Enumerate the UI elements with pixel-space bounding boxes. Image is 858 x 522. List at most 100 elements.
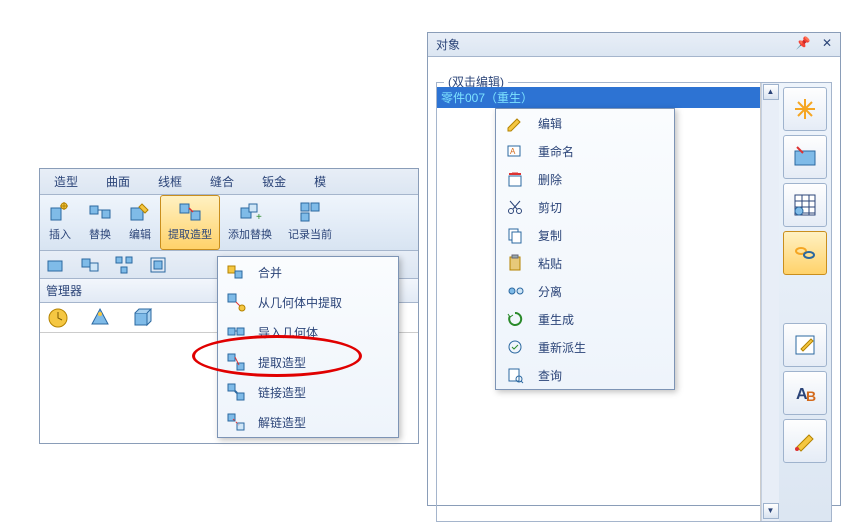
menu-merge[interactable]: 合并 bbox=[218, 257, 398, 287]
ctx-query-label: 查询 bbox=[538, 367, 562, 384]
side-toolbar: AB bbox=[779, 83, 831, 521]
ctx-cut[interactable]: 剪切 bbox=[496, 193, 674, 221]
svg-text:B: B bbox=[806, 388, 816, 404]
ctx-rename-label: 重命名 bbox=[538, 143, 574, 160]
menu-link-shape-label: 链接造型 bbox=[258, 384, 306, 401]
ctx-query[interactable]: 查询 bbox=[496, 361, 674, 389]
extract-shape-icon bbox=[178, 200, 202, 224]
close-icon[interactable]: ✕ bbox=[822, 36, 832, 50]
side-config-button[interactable] bbox=[783, 135, 827, 179]
link-shape-icon bbox=[226, 382, 246, 402]
delete-icon bbox=[506, 170, 524, 188]
ctx-regenerate[interactable]: 重生成 bbox=[496, 305, 674, 333]
add-replace-button[interactable]: + 添加替换 bbox=[220, 195, 280, 250]
menu-extract-from-geom[interactable]: 从几何体中提取 bbox=[218, 287, 398, 317]
merge-icon bbox=[226, 262, 246, 282]
copy-icon bbox=[506, 226, 524, 244]
tab-mold[interactable]: 模 bbox=[300, 169, 340, 194]
ctx-rederive[interactable]: 重新派生 bbox=[496, 333, 674, 361]
side-spark-button[interactable] bbox=[783, 87, 827, 131]
scissors-icon bbox=[506, 198, 524, 216]
replace-label: 替换 bbox=[88, 226, 112, 242]
regen-icon bbox=[506, 310, 524, 328]
menu-merge-label: 合并 bbox=[258, 264, 282, 281]
add-replace-icon: + bbox=[238, 200, 262, 224]
extract-geom-icon bbox=[226, 292, 246, 312]
tab-surface[interactable]: 曲面 bbox=[92, 169, 144, 194]
insert-button[interactable]: 插入 bbox=[40, 195, 80, 250]
record-current-button[interactable]: 记录当前 bbox=[280, 195, 340, 250]
query-icon bbox=[506, 366, 524, 384]
scrollbar[interactable]: ▲ ▼ bbox=[761, 83, 779, 521]
rename-icon: A bbox=[506, 142, 524, 160]
tool-icon-3[interactable] bbox=[114, 255, 134, 275]
ctx-regenerate-label: 重生成 bbox=[538, 311, 574, 328]
extract-shape-menu-icon bbox=[226, 352, 246, 372]
side-paint-button[interactable] bbox=[783, 419, 827, 463]
cube-icon[interactable] bbox=[130, 306, 154, 330]
ctx-delete[interactable]: 删除 bbox=[496, 165, 674, 193]
panel-title-text: 对象 bbox=[436, 36, 460, 53]
edit-icon bbox=[128, 200, 152, 224]
side-table-button[interactable] bbox=[783, 183, 827, 227]
detach-icon bbox=[506, 282, 524, 300]
ctx-edit[interactable]: 编辑 bbox=[496, 109, 674, 137]
tab-wireframe[interactable]: 线框 bbox=[144, 169, 196, 194]
ctx-copy[interactable]: 复制 bbox=[496, 221, 674, 249]
paste-icon bbox=[506, 254, 524, 272]
menu-extract-shape-label: 提取造型 bbox=[258, 354, 306, 371]
insert-icon bbox=[48, 200, 72, 224]
replace-button[interactable]: 替换 bbox=[80, 195, 120, 250]
tab-sheetmetal[interactable]: 钣金 bbox=[248, 169, 300, 194]
tool-icon-4[interactable] bbox=[148, 255, 168, 275]
menu-unlink-shape[interactable]: 解链造型 bbox=[218, 407, 398, 437]
tab-sculpt[interactable]: 造型 bbox=[40, 169, 92, 194]
add-replace-label: 添加替换 bbox=[228, 226, 272, 242]
tool-icon-1[interactable] bbox=[46, 255, 66, 275]
edit-label: 编辑 bbox=[128, 226, 152, 242]
extract-shape-label: 提取造型 bbox=[168, 226, 212, 242]
context-menu: 编辑 A 重命名 删除 剪切 复制 粘贴 分离 重生成 重新派生 查询 bbox=[495, 108, 675, 390]
record-icon bbox=[298, 200, 322, 224]
menu-extract-shape[interactable]: 提取造型 bbox=[218, 347, 398, 377]
import-geom-icon bbox=[226, 322, 246, 342]
side-edit-button[interactable] bbox=[783, 323, 827, 367]
pyramid-icon[interactable] bbox=[88, 306, 112, 330]
ctx-rederive-label: 重新派生 bbox=[538, 339, 586, 356]
pencil-icon bbox=[506, 114, 524, 132]
ctx-delete-label: 删除 bbox=[538, 171, 562, 188]
ctx-paste-label: 粘贴 bbox=[538, 255, 562, 272]
ctx-cut-label: 剪切 bbox=[538, 199, 562, 216]
scroll-down-icon[interactable]: ▼ bbox=[763, 503, 779, 519]
extract-shape-dropdown: 合并 从几何体中提取 导入几何体 提取造型 链接造型 解链造型 bbox=[217, 256, 399, 438]
svg-text:A: A bbox=[510, 147, 516, 156]
ctx-rename[interactable]: A 重命名 bbox=[496, 137, 674, 165]
ctx-copy-label: 复制 bbox=[538, 227, 562, 244]
ctx-paste[interactable]: 粘贴 bbox=[496, 249, 674, 277]
ribbon-tabs: 造型 曲面 线框 缝合 钣金 模 bbox=[40, 169, 418, 195]
ribbon-bar: 插入 替换 编辑 提取造型 + 添加替换 记录当前 bbox=[40, 195, 418, 251]
tree-item-part[interactable]: 零件007（重生） bbox=[437, 87, 760, 108]
scroll-up-icon[interactable]: ▲ bbox=[763, 84, 779, 100]
unlink-shape-icon bbox=[226, 412, 246, 432]
insert-label: 插入 bbox=[48, 226, 72, 242]
record-label: 记录当前 bbox=[288, 226, 332, 242]
svg-text:+: + bbox=[256, 212, 262, 223]
side-rename-button[interactable]: AB bbox=[783, 371, 827, 415]
menu-link-shape[interactable]: 链接造型 bbox=[218, 377, 398, 407]
side-link-button[interactable] bbox=[783, 231, 827, 275]
menu-unlink-shape-label: 解链造型 bbox=[258, 414, 306, 431]
ctx-detach[interactable]: 分离 bbox=[496, 277, 674, 305]
edit-button[interactable]: 编辑 bbox=[120, 195, 160, 250]
ctx-edit-label: 编辑 bbox=[538, 115, 562, 132]
menu-extract-from-geom-label: 从几何体中提取 bbox=[258, 294, 342, 311]
replace-icon bbox=[88, 200, 112, 224]
tool-icon-2[interactable] bbox=[80, 255, 100, 275]
clock-icon[interactable] bbox=[46, 306, 70, 330]
tab-sew[interactable]: 缝合 bbox=[196, 169, 248, 194]
rederive-icon bbox=[506, 338, 524, 356]
pin-icon[interactable]: 📌 bbox=[796, 36, 811, 50]
extract-shape-button[interactable]: 提取造型 bbox=[160, 195, 220, 250]
menu-import-geom[interactable]: 导入几何体 bbox=[218, 317, 398, 347]
menu-import-geom-label: 导入几何体 bbox=[258, 324, 318, 341]
